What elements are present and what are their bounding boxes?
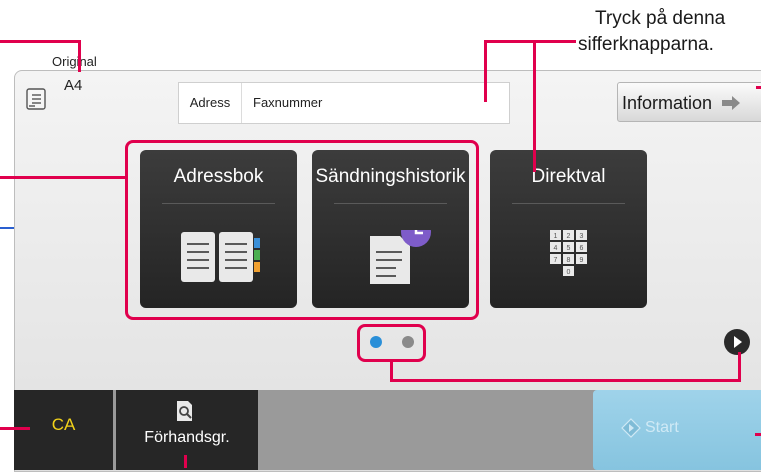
address-label: Adress: [179, 83, 242, 123]
preview-label: Förhandsgr.: [144, 429, 230, 446]
original-icon: [26, 88, 46, 110]
information-button[interactable]: Information: [617, 82, 761, 122]
keypad-icon: 1 2 3 4 5 6 7 8 9 0: [490, 230, 647, 286]
original-label: Original: [52, 54, 97, 69]
direct-entry-button[interactable]: Direktval 1 2 3 4 5 6 7 8 9 0: [490, 150, 647, 308]
ca-button[interactable]: CA: [14, 390, 113, 470]
original-size[interactable]: A4: [64, 77, 82, 94]
keypad-digit: 9: [580, 257, 584, 264]
preview-icon: [174, 400, 198, 427]
address-field[interactable]: Adress Faxnummer: [178, 82, 510, 124]
next-page-button[interactable]: [723, 328, 751, 356]
keypad-digit: 7: [554, 257, 558, 264]
preview-button[interactable]: Förhandsgr.: [116, 390, 258, 470]
fax-number-input[interactable]: Faxnummer: [253, 83, 322, 123]
keypad-digit: 6: [580, 245, 584, 252]
keypad-digit: 1: [554, 233, 558, 240]
keypad-digit: 0: [567, 269, 571, 276]
information-label: Information: [622, 93, 713, 113]
tile-label-direct-entry: Direktval: [531, 166, 606, 187]
keypad-digit: 3: [580, 233, 584, 240]
callout-text-line1: Tryck på denna: [595, 8, 726, 29]
keypad-digit: 8: [567, 257, 571, 264]
keypad-digit: 4: [554, 245, 558, 252]
start-button[interactable]: Start: [593, 390, 761, 470]
start-icon: [621, 418, 641, 443]
tile-divider: [512, 203, 625, 204]
callout-text-line2: sifferknapparna.: [578, 34, 714, 55]
start-label: Start: [645, 419, 679, 436]
blue-leader-line: [0, 227, 14, 229]
play-icon: [724, 329, 750, 355]
keypad-digit: 2: [567, 233, 571, 240]
keypad-digit: 5: [567, 245, 571, 252]
arrow-right-icon: [721, 84, 741, 124]
